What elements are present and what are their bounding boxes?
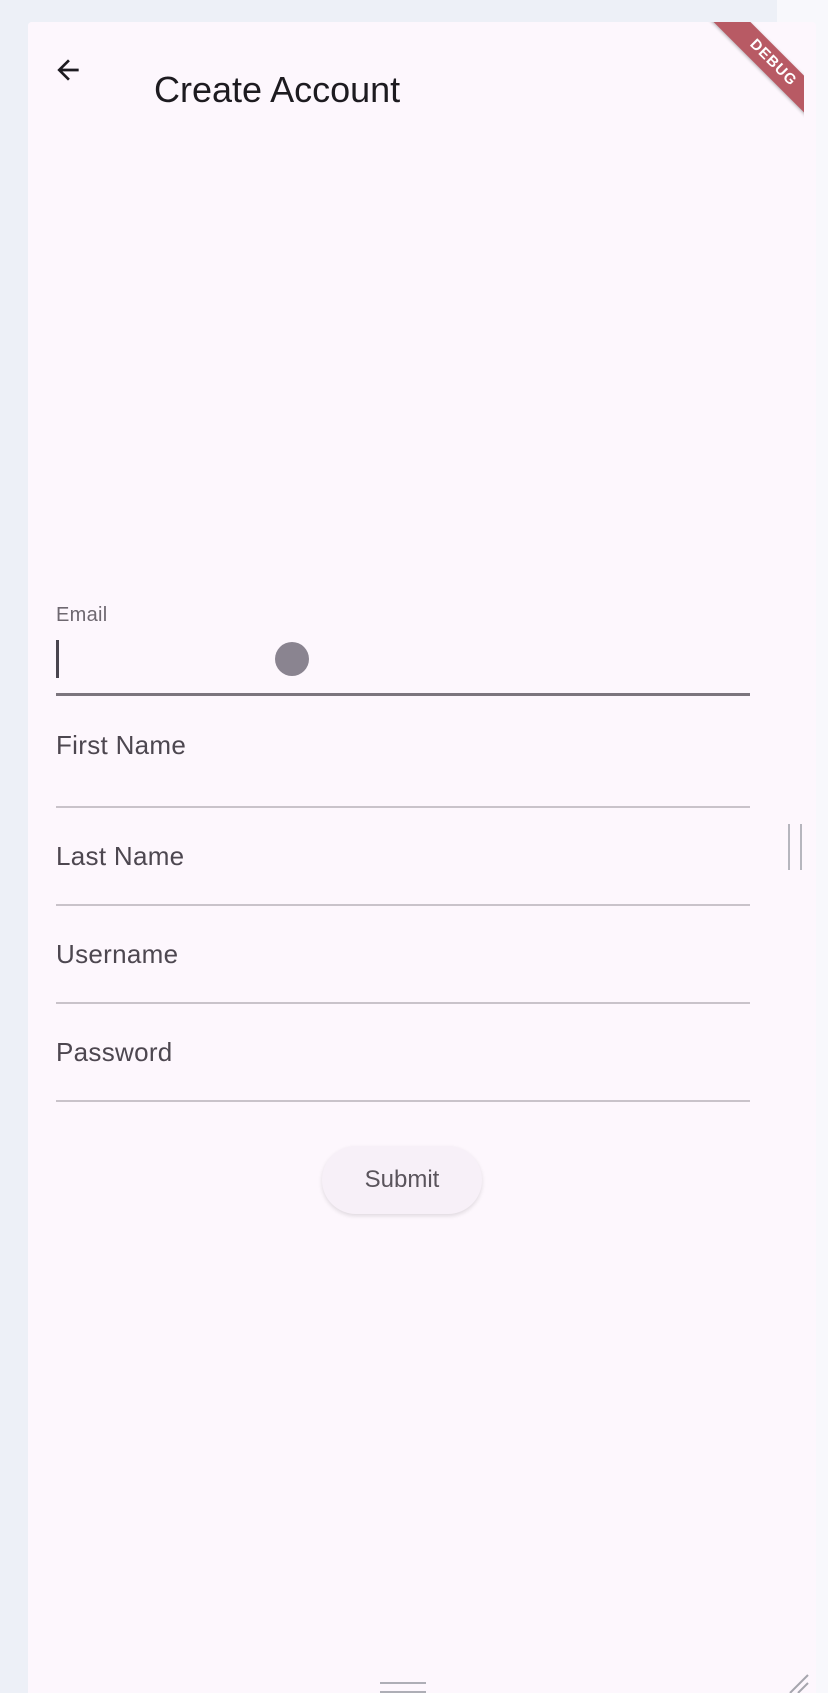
bottom-handle[interactable] (380, 1682, 426, 1693)
first-name-field[interactable]: First Name (56, 696, 750, 808)
page-title: Create Account (154, 69, 401, 110)
app-screen: Create Account DEBUG Email First Name La… (28, 22, 816, 1693)
scrollbar-handle[interactable] (788, 824, 802, 870)
arrow-back-icon (57, 59, 79, 81)
password-underline (56, 1100, 750, 1102)
email-field[interactable]: Email (56, 604, 750, 696)
last-name-label: Last Name (56, 841, 185, 871)
username-field[interactable]: Username (56, 906, 750, 1004)
password-field[interactable]: Password (56, 1004, 750, 1102)
debug-banner-label: DEBUG (710, 22, 804, 126)
password-label: Password (56, 1037, 173, 1067)
resize-grip-icon[interactable] (786, 1672, 810, 1693)
last-name-field[interactable]: Last Name (56, 808, 750, 906)
first-name-label: First Name (56, 730, 187, 760)
back-button[interactable] (48, 50, 88, 90)
username-label: Username (56, 939, 179, 969)
text-cursor (56, 640, 59, 678)
app-bar: Create Account (28, 22, 788, 118)
email-label: Email (56, 604, 108, 626)
debug-banner: DEBUG (688, 22, 804, 138)
touch-indicator (275, 642, 309, 676)
submit-button[interactable]: Submit (322, 1146, 482, 1214)
